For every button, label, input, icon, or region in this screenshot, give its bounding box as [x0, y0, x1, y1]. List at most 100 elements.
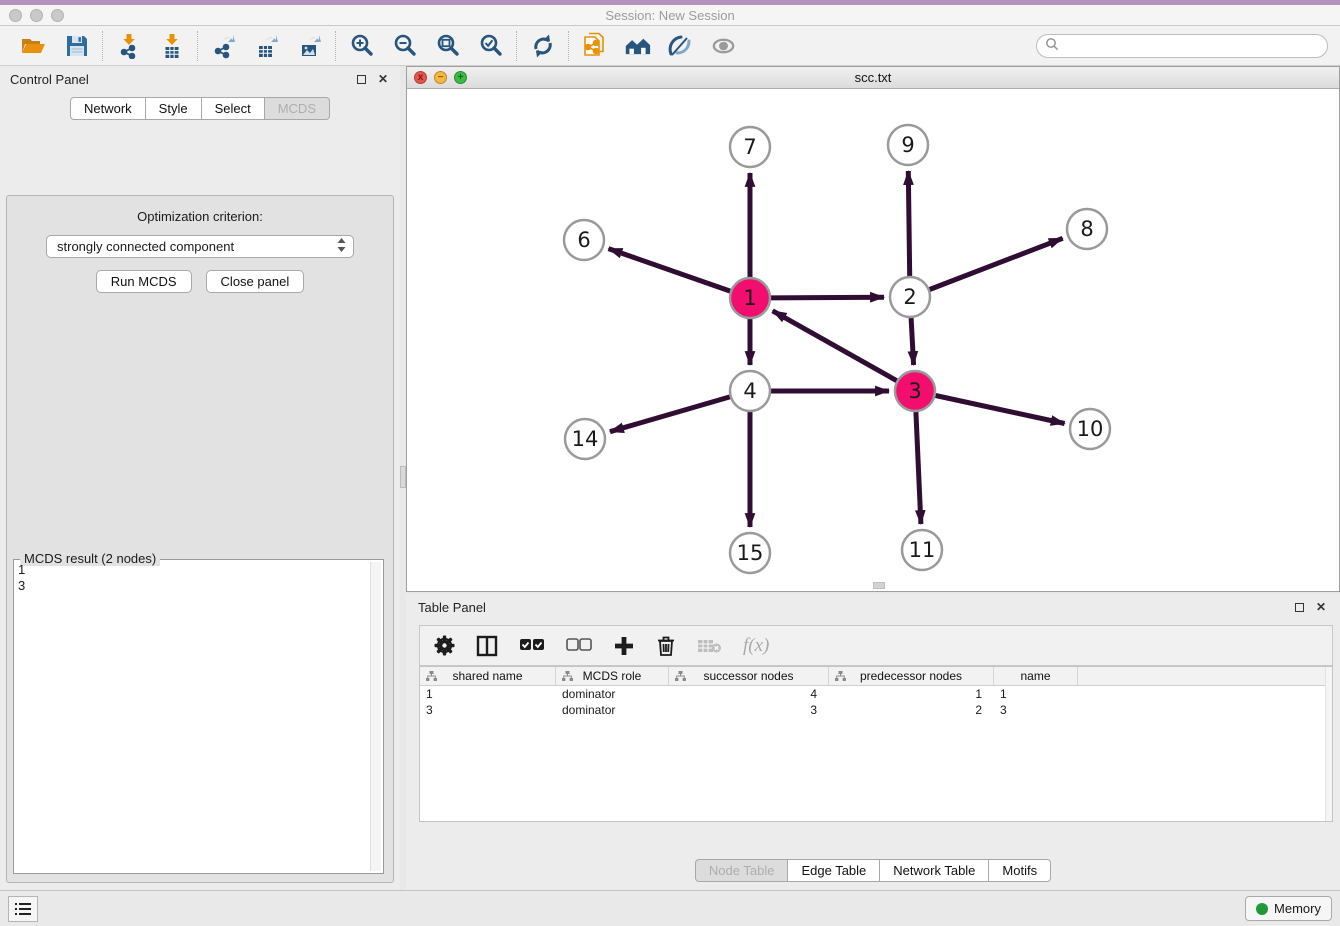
hide-panel-eye-icon[interactable]: [710, 32, 737, 59]
zoom-out-icon[interactable]: [391, 32, 418, 59]
table-cell[interactable]: 1: [994, 686, 1078, 702]
table-scrollbar[interactable]: [1325, 667, 1332, 821]
gear-icon[interactable]: [434, 635, 455, 656]
tab-style[interactable]: Style: [146, 97, 202, 120]
svg-text:4: 4: [743, 379, 756, 403]
memory-button[interactable]: Memory: [1245, 896, 1332, 921]
column-header-predecessor-nodes[interactable]: predecessor nodes: [829, 667, 994, 685]
graph-node-7[interactable]: 7: [730, 127, 770, 167]
graph-node-4[interactable]: 4: [730, 371, 770, 411]
add-row-icon[interactable]: [613, 635, 635, 657]
edge-3-1[interactable]: [773, 311, 897, 381]
table-float-button[interactable]: [1292, 600, 1306, 614]
column-header-successor-nodes[interactable]: successor nodes: [669, 667, 829, 685]
zoom-selected-icon[interactable]: [477, 32, 504, 59]
tab-select[interactable]: Select: [202, 97, 265, 120]
table-cell[interactable]: 2: [829, 702, 994, 718]
save-icon[interactable]: [63, 32, 90, 59]
table-row[interactable]: 3dominator323: [420, 702, 1332, 718]
delete-table-icon: [697, 637, 722, 655]
svg-text:8: 8: [1080, 217, 1093, 241]
copy-network-icon[interactable]: [581, 32, 608, 59]
network-title: scc.txt: [407, 70, 1339, 85]
column-header-shared-name[interactable]: shared name: [420, 667, 556, 685]
network-window-titlebar[interactable]: x − + scc.txt: [407, 67, 1339, 89]
float-panel-button[interactable]: [354, 72, 368, 86]
table-panel-title: Table Panel: [418, 600, 1284, 615]
zoom-fit-icon[interactable]: [434, 32, 461, 59]
tab-edge-table[interactable]: Edge Table: [788, 859, 880, 882]
column-header-name[interactable]: name: [994, 667, 1078, 685]
canvas-splitter-handle[interactable]: [873, 582, 885, 589]
table-cell[interactable]: 4: [669, 686, 829, 702]
search-input[interactable]: [1064, 39, 1319, 53]
export-table-icon[interactable]: [253, 32, 280, 59]
edge-2-9[interactable]: [908, 171, 909, 276]
graph-node-14[interactable]: 14: [565, 419, 605, 459]
network-canvas[interactable]: 7 9 6 8 1 2 4 3 14 10 15 11: [407, 89, 1339, 591]
open-folder-icon[interactable]: [20, 32, 47, 59]
run-mcds-button[interactable]: Run MCDS: [96, 270, 192, 293]
network-home-icon[interactable]: [624, 32, 651, 59]
graph-node-1[interactable]: 1: [730, 278, 770, 318]
close-panel-button[interactable]: ✕: [376, 72, 390, 86]
tab-mcds[interactable]: MCDS: [265, 97, 330, 120]
table-row[interactable]: 1dominator411: [420, 686, 1332, 702]
edge-3-11[interactable]: [916, 412, 921, 524]
table-cell[interactable]: dominator: [556, 686, 669, 702]
graph-node-8[interactable]: 8: [1067, 209, 1107, 249]
select-all-icon[interactable]: [519, 638, 545, 653]
zoom-in-icon[interactable]: [348, 32, 375, 59]
svg-text:7: 7: [743, 135, 756, 159]
result-scrollbar[interactable]: [370, 562, 381, 871]
table-cell[interactable]: 1: [420, 686, 556, 702]
edge-1-2[interactable]: [771, 297, 884, 298]
export-image-icon[interactable]: [296, 32, 323, 59]
import-network-icon[interactable]: [115, 32, 142, 59]
graph-node-9[interactable]: 9: [888, 125, 928, 165]
edge-3-10[interactable]: [936, 396, 1065, 424]
table-close-button[interactable]: ✕: [1314, 600, 1328, 614]
import-table-icon[interactable]: [158, 32, 185, 59]
toolbar-group: [517, 32, 568, 59]
optimization-criterion-select[interactable]: strongly connected component: [46, 235, 354, 258]
mcds-result-list[interactable]: 13: [18, 562, 369, 871]
memory-label: Memory: [1274, 901, 1321, 916]
tab-node-table[interactable]: Node Table: [695, 859, 789, 882]
edge-2-8[interactable]: [930, 238, 1063, 289]
delete-rows-icon[interactable]: [656, 635, 676, 657]
edge-2-3[interactable]: [911, 318, 914, 365]
graph-node-2[interactable]: 2: [890, 277, 930, 317]
graph-node-15[interactable]: 15: [730, 533, 770, 573]
close-panel-button-inner[interactable]: Close panel: [206, 270, 305, 293]
edge-4-14[interactable]: [610, 397, 730, 432]
column-panel-icon[interactable]: [476, 635, 498, 657]
table-cell[interactable]: 3: [669, 702, 829, 718]
table-cell[interactable]: dominator: [556, 702, 669, 718]
tab-network-table[interactable]: Network Table: [880, 859, 989, 882]
optimization-criterion-label: Optimization criterion:: [7, 209, 393, 224]
node-table: shared nameMCDS rolesuccessor nodesprede…: [419, 666, 1333, 822]
graph-node-10[interactable]: 10: [1070, 409, 1110, 449]
svg-text:1: 1: [743, 286, 756, 310]
svg-text:15: 15: [737, 541, 764, 565]
table-cell[interactable]: 3: [994, 702, 1078, 718]
status-bar: Memory: [0, 890, 1340, 926]
unselect-all-icon[interactable]: [566, 638, 592, 653]
column-header-MCDS-role[interactable]: MCDS role: [556, 667, 669, 685]
tab-network[interactable]: Network: [70, 97, 146, 120]
table-cell[interactable]: 1: [829, 686, 994, 702]
tab-motifs[interactable]: Motifs: [989, 859, 1051, 882]
refresh-layout-icon[interactable]: [529, 32, 556, 59]
edge-1-6[interactable]: [609, 249, 731, 292]
export-network-icon[interactable]: [210, 32, 237, 59]
graph-node-11[interactable]: 11: [902, 530, 942, 570]
task-history-button[interactable]: [8, 896, 38, 922]
graph-node-6[interactable]: 6: [564, 220, 604, 260]
graph-node-3[interactable]: 3: [895, 371, 935, 411]
table-cell[interactable]: 3: [420, 702, 556, 718]
ndex-wave-icon[interactable]: [667, 32, 694, 59]
search-box[interactable]: [1036, 34, 1328, 58]
function-builder-icon: f(x): [743, 635, 769, 657]
svg-text:14: 14: [572, 427, 599, 451]
